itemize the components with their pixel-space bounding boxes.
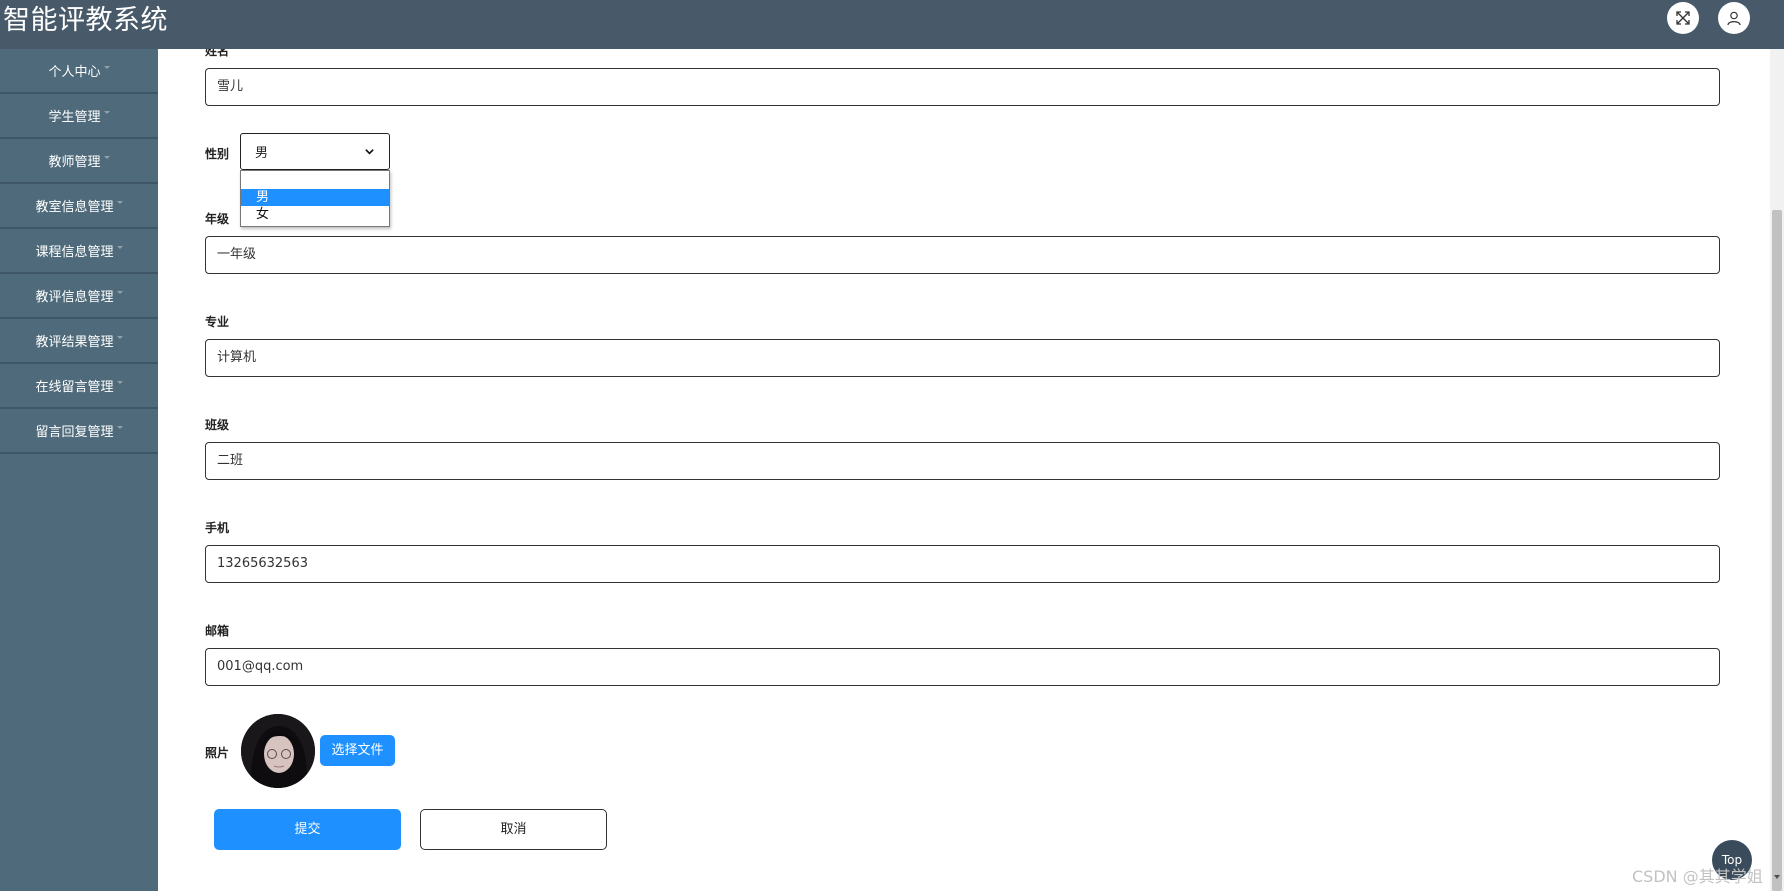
caret-down-icon (116, 336, 123, 339)
sidebar-item-label: 学生管理 (48, 110, 101, 125)
sidebar-item-student-management[interactable]: 学生管理 (0, 94, 158, 139)
name-label: 姓名 (205, 49, 230, 58)
gender-option-female[interactable]: 女 (241, 206, 389, 223)
caret-down-icon (116, 291, 123, 294)
caret-down-icon (103, 111, 110, 114)
user-icon (1727, 11, 1741, 26)
watermark: CSDN @其其学姐 (1632, 867, 1763, 886)
grade-label: 年级 (205, 212, 230, 226)
major-label: 专业 (205, 315, 230, 329)
avatar (241, 714, 315, 788)
scrollbar-thumb[interactable] (1772, 210, 1782, 891)
gender-dropdown-list: 男 女 (240, 170, 390, 227)
gender-select[interactable]: 男 (240, 133, 390, 170)
sidebar-item-label: 教评信息管理 (35, 290, 114, 305)
caret-down-icon (103, 66, 110, 69)
sidebar-item-label: 教室信息管理 (35, 200, 114, 215)
sidebar-item-label: 课程信息管理 (35, 245, 114, 260)
expand-icon (1676, 11, 1690, 25)
sidebar-item-course-info[interactable]: 课程信息管理 (0, 229, 158, 274)
caret-down-icon (116, 381, 123, 384)
grade-input[interactable]: 一年级 (205, 236, 1720, 274)
phone-label: 手机 (205, 521, 230, 535)
sidebar-item-teacher-management[interactable]: 教师管理 (0, 139, 158, 184)
chevron-down-icon (365, 149, 374, 155)
main-form-area: 姓名 雪儿 性别 男 年级 一年级 男 女 专业 计算机 班级 二班 手机 13… (158, 49, 1770, 891)
major-input[interactable]: 计算机 (205, 339, 1720, 377)
gender-select-value: 男 (255, 146, 269, 161)
caret-down-icon (116, 426, 123, 429)
sidebar-item-evaluation-result[interactable]: 教评结果管理 (0, 319, 158, 364)
sidebar-item-personal-center[interactable]: 个人中心 (0, 49, 158, 94)
sidebar: 个人中心 学生管理 教师管理 教室信息管理 课程信息管理 教评信息管理 教评结果… (0, 49, 158, 891)
email-input[interactable]: 001@qq.com (205, 648, 1720, 686)
class-input[interactable]: 二班 (205, 442, 1720, 480)
caret-down-icon (116, 201, 123, 204)
sidebar-item-label: 教评结果管理 (35, 335, 114, 350)
submit-button[interactable]: 提交 (214, 809, 401, 850)
sidebar-item-label: 留言回复管理 (35, 425, 114, 440)
profile-photo (241, 714, 315, 788)
gender-option-male[interactable]: 男 (241, 189, 389, 206)
phone-input[interactable]: 13265632563 (205, 545, 1720, 583)
fullscreen-button[interactable] (1667, 2, 1699, 34)
top-header: 智能评教系统 (0, 0, 1784, 49)
sidebar-item-evaluation-info[interactable]: 教评信息管理 (0, 274, 158, 319)
user-menu-button[interactable] (1718, 2, 1750, 34)
gender-label: 性别 (205, 147, 230, 161)
scroll-down-arrow-icon[interactable] (1774, 875, 1780, 879)
app-title: 智能评教系统 (3, 5, 168, 36)
caret-down-icon (103, 156, 110, 159)
sidebar-item-classroom-info[interactable]: 教室信息管理 (0, 184, 158, 229)
sidebar-item-label: 个人中心 (48, 65, 101, 80)
gender-option-empty[interactable] (241, 171, 389, 188)
sidebar-item-label: 在线留言管理 (35, 380, 114, 395)
class-label: 班级 (205, 418, 230, 432)
name-input[interactable]: 雪儿 (205, 68, 1720, 106)
sidebar-item-online-message[interactable]: 在线留言管理 (0, 364, 158, 409)
email-label: 邮箱 (205, 624, 230, 638)
caret-down-icon (116, 246, 123, 249)
photo-label: 照片 (205, 746, 230, 760)
choose-file-button[interactable]: 选择文件 (320, 735, 395, 766)
sidebar-item-label: 教师管理 (48, 155, 101, 170)
sidebar-item-message-reply[interactable]: 留言回复管理 (0, 409, 158, 454)
cancel-button[interactable]: 取消 (420, 809, 607, 850)
